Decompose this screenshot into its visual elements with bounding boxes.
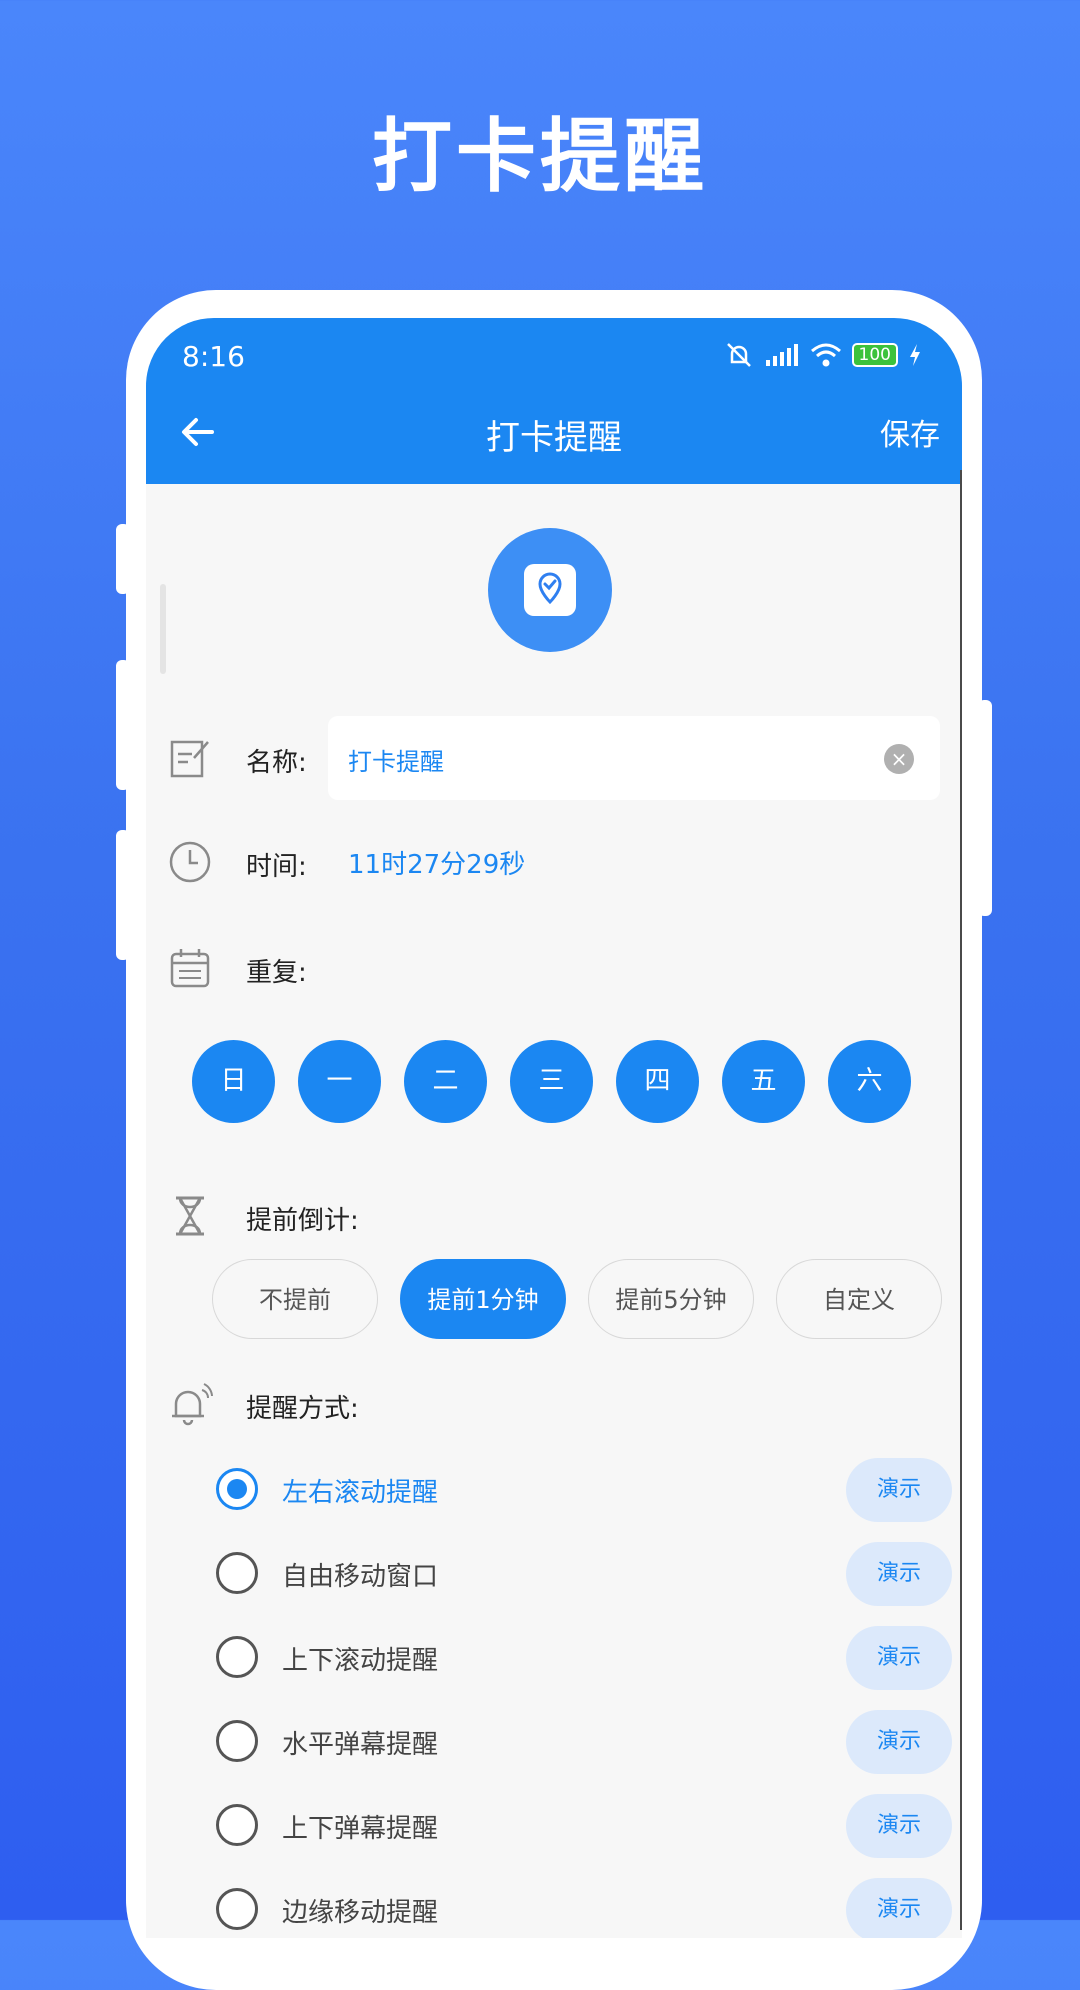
method-option[interactable]: 自由移动窗口 演示: [146, 1542, 962, 1606]
name-value: 打卡提醒: [348, 748, 444, 776]
advance-option-none[interactable]: 不提前: [212, 1259, 378, 1339]
radio-button[interactable]: [216, 1552, 258, 1594]
mute-bell-icon: [726, 343, 751, 367]
method-option-label: 左右滚动提醒: [282, 1478, 439, 1508]
method-option-label: 上下弹幕提醒: [282, 1814, 439, 1844]
method-option[interactable]: 边缘移动提醒 演示: [146, 1878, 962, 1938]
method-option-label: 边缘移动提醒: [282, 1898, 439, 1928]
day-saturday[interactable]: 六: [828, 1040, 911, 1123]
demo-button[interactable]: 演示: [846, 1626, 952, 1690]
repeat-label: 重复:: [246, 958, 307, 988]
method-option[interactable]: 上下滚动提醒 演示: [146, 1626, 962, 1690]
hero-title: 打卡提醒: [372, 110, 708, 203]
page-title: 打卡提醒: [486, 418, 622, 458]
radio-button-checked[interactable]: [216, 1468, 258, 1510]
day-friday[interactable]: 五: [722, 1040, 805, 1123]
radio-button[interactable]: [216, 1636, 258, 1678]
clear-icon[interactable]: ×: [884, 744, 914, 774]
day-wednesday[interactable]: 三: [510, 1040, 593, 1123]
name-label: 名称:: [246, 748, 307, 778]
advance-option-5min[interactable]: 提前5分钟: [588, 1259, 754, 1339]
phone-screen: 8:16 100 打卡提醒 保存 名称: 打卡提醒 × 时间: 11时27分29…: [146, 318, 962, 1938]
radio-button[interactable]: [216, 1720, 258, 1762]
demo-button[interactable]: 演示: [846, 1542, 952, 1606]
day-sunday[interactable]: 日: [192, 1040, 275, 1123]
charging-icon: [910, 344, 920, 366]
location-check-icon: [538, 572, 562, 605]
name-field[interactable]: 打卡提醒 ×: [328, 716, 940, 800]
demo-button[interactable]: 演示: [846, 1794, 952, 1858]
day-thursday[interactable]: 四: [616, 1040, 699, 1123]
app-top-bar: 8:16 100 打卡提醒 保存: [146, 318, 962, 484]
day-tuesday[interactable]: 二: [404, 1040, 487, 1123]
calendar-icon: [170, 949, 210, 988]
method-option-label: 上下滚动提醒: [282, 1646, 439, 1676]
screen-edge: [960, 470, 962, 1930]
advance-label: 提前倒计:: [246, 1206, 359, 1236]
radio-button[interactable]: [216, 1804, 258, 1846]
signal-icon: [765, 344, 798, 366]
demo-button[interactable]: 演示: [846, 1878, 952, 1938]
battery-icon: 100: [851, 343, 898, 367]
advance-option-1min[interactable]: 提前1分钟: [400, 1259, 566, 1339]
avatar-tile: [524, 564, 576, 616]
save-button[interactable]: 保存: [880, 410, 940, 454]
reminder-avatar[interactable]: [488, 528, 612, 652]
time-label: 时间:: [246, 852, 307, 882]
bell-ring-icon: [172, 1383, 213, 1426]
edit-note-icon: [170, 740, 209, 778]
method-label: 提醒方式:: [246, 1394, 359, 1424]
radio-button[interactable]: [216, 1888, 258, 1930]
clock-icon: [169, 841, 211, 883]
weekday-selector: 日 一 二 三 四 五 六: [192, 1040, 911, 1123]
advance-options: 不提前 提前1分钟 提前5分钟 自定义: [212, 1259, 942, 1339]
wifi-icon: [810, 343, 841, 367]
method-option[interactable]: 上下弹幕提醒 演示: [146, 1794, 962, 1858]
time-value[interactable]: 11时27分29秒: [348, 844, 525, 881]
scroll-indicator: [160, 584, 166, 674]
status-icons: 100: [724, 340, 922, 370]
day-monday[interactable]: 一: [298, 1040, 381, 1123]
demo-button[interactable]: 演示: [846, 1710, 952, 1774]
method-option[interactable]: 左右滚动提醒 演示: [146, 1458, 962, 1522]
advance-option-custom[interactable]: 自定义: [776, 1259, 942, 1339]
method-option-label: 水平弹幕提醒: [282, 1730, 439, 1760]
method-option-label: 自由移动窗口: [282, 1562, 439, 1592]
method-option[interactable]: 水平弹幕提醒 演示: [146, 1710, 962, 1774]
status-time: 8:16: [182, 340, 245, 373]
hourglass-icon: [176, 1196, 204, 1236]
demo-button[interactable]: 演示: [846, 1458, 952, 1522]
